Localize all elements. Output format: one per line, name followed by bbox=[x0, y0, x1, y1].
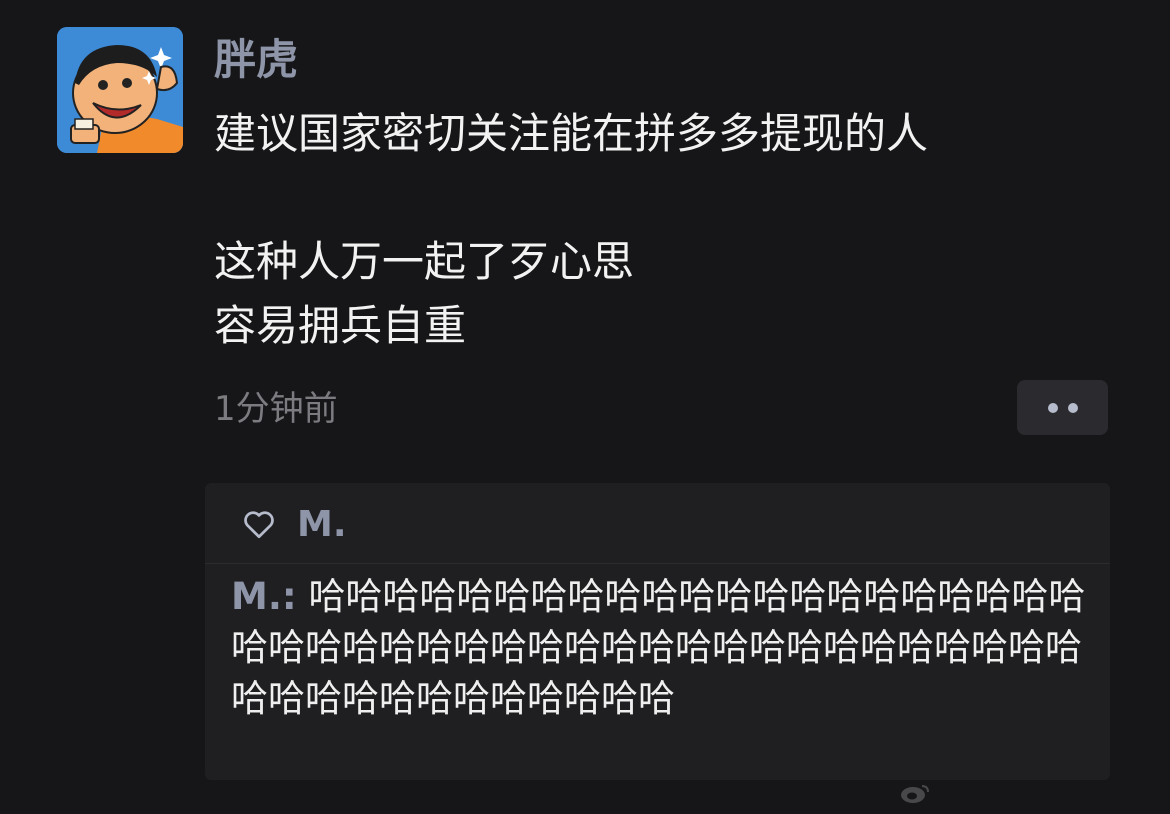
avatar-cartoon-image bbox=[57, 27, 183, 153]
interaction-panel: M. M.: 哈哈哈哈哈哈哈哈哈哈哈哈哈哈哈哈哈哈哈哈哈哈哈哈哈哈哈哈哈哈哈哈哈… bbox=[205, 483, 1110, 780]
heart-icon bbox=[244, 511, 274, 539]
divider bbox=[205, 563, 1110, 564]
post-timestamp: 1分钟前 bbox=[214, 389, 338, 429]
more-options-button[interactable] bbox=[1017, 380, 1108, 435]
likes-row: M. bbox=[241, 501, 347, 547]
post-line: 容易拥兵自重 bbox=[214, 301, 467, 350]
post-content: 建议国家密切关注能在拼多多提现的人 这种人万一起了歹心思 容易拥兵自重 bbox=[214, 102, 928, 358]
comment-author[interactable]: M.: bbox=[231, 575, 297, 618]
liker-name[interactable]: M. bbox=[297, 504, 347, 545]
avatar[interactable] bbox=[57, 27, 183, 153]
post-line: 建议国家密切关注能在拼多多提现的人 bbox=[214, 109, 929, 158]
more-dot-icon bbox=[1047, 402, 1058, 413]
weibo-logo-icon bbox=[901, 785, 929, 803]
username[interactable]: 胖虎 bbox=[214, 30, 298, 90]
post-line-blank bbox=[214, 166, 928, 230]
comment-text: 哈哈哈哈哈哈哈哈哈哈哈哈哈哈哈哈哈哈哈哈哈哈哈哈哈哈哈哈哈哈哈哈哈哈哈哈哈哈哈哈… bbox=[231, 575, 1086, 720]
post-line: 这种人万一起了歹心思 bbox=[214, 237, 635, 286]
watermark bbox=[900, 778, 930, 808]
comment[interactable]: M.: 哈哈哈哈哈哈哈哈哈哈哈哈哈哈哈哈哈哈哈哈哈哈哈哈哈哈哈哈哈哈哈哈哈哈哈哈… bbox=[231, 571, 1099, 724]
more-dot-icon bbox=[1067, 402, 1078, 413]
